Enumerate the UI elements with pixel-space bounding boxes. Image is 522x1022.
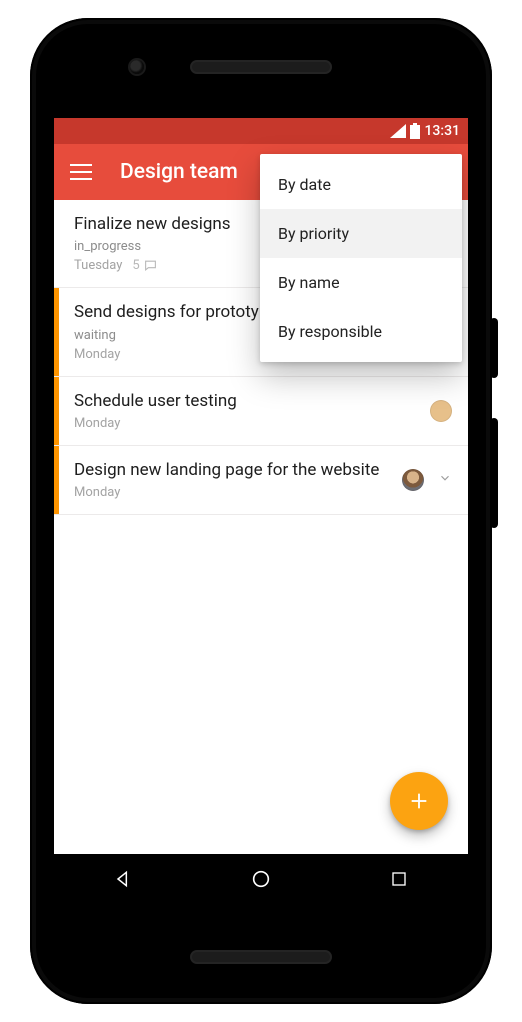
add-button[interactable] xyxy=(390,772,448,830)
sort-option-priority[interactable]: By priority xyxy=(260,209,462,258)
comment-count: 5 xyxy=(132,258,156,273)
status-time: 13:31 xyxy=(424,123,460,139)
comment-number: 5 xyxy=(132,258,139,273)
menu-icon[interactable] xyxy=(70,164,92,180)
expand-icon[interactable] xyxy=(438,470,452,489)
earpiece-speaker xyxy=(192,62,330,72)
phone-frame: 13:31 Design team Finalize new designs i… xyxy=(30,18,492,1004)
android-nav-bar xyxy=(54,854,468,904)
signal-icon xyxy=(390,124,406,138)
task-row[interactable]: Design new landing page for the website … xyxy=(54,446,468,515)
bottom-speaker xyxy=(192,952,330,962)
sort-option-responsible[interactable]: By responsible xyxy=(260,307,462,356)
task-row[interactable]: Schedule user testing Monday xyxy=(54,377,468,446)
priority-indicator xyxy=(54,446,59,514)
sort-option-date[interactable]: By date xyxy=(260,160,462,209)
priority-indicator xyxy=(54,377,59,445)
screen: 13:31 Design team Finalize new designs i… xyxy=(54,118,468,904)
front-camera xyxy=(130,60,144,74)
page-title: Design team xyxy=(120,160,238,184)
plus-icon xyxy=(408,790,430,812)
priority-indicator xyxy=(54,288,59,375)
home-button[interactable] xyxy=(231,863,291,895)
comment-icon xyxy=(144,259,157,272)
sort-menu: By date By priority By name By responsib… xyxy=(260,154,462,362)
task-title: Design new landing page for the website xyxy=(74,460,450,481)
task-day: Monday xyxy=(74,347,120,362)
assignee-avatar xyxy=(402,469,424,491)
task-day: Monday xyxy=(74,416,120,431)
phone-side-button xyxy=(490,318,498,378)
phone-side-button xyxy=(490,418,498,528)
back-button[interactable] xyxy=(93,863,153,895)
task-title: Schedule user testing xyxy=(74,391,450,412)
task-day: Monday xyxy=(74,485,120,500)
assignee-avatar xyxy=(430,400,452,422)
task-day: Tuesday xyxy=(74,258,122,273)
sort-option-name[interactable]: By name xyxy=(260,258,462,307)
recents-button[interactable] xyxy=(369,863,429,895)
status-bar: 13:31 xyxy=(54,118,468,144)
battery-icon xyxy=(410,123,420,139)
